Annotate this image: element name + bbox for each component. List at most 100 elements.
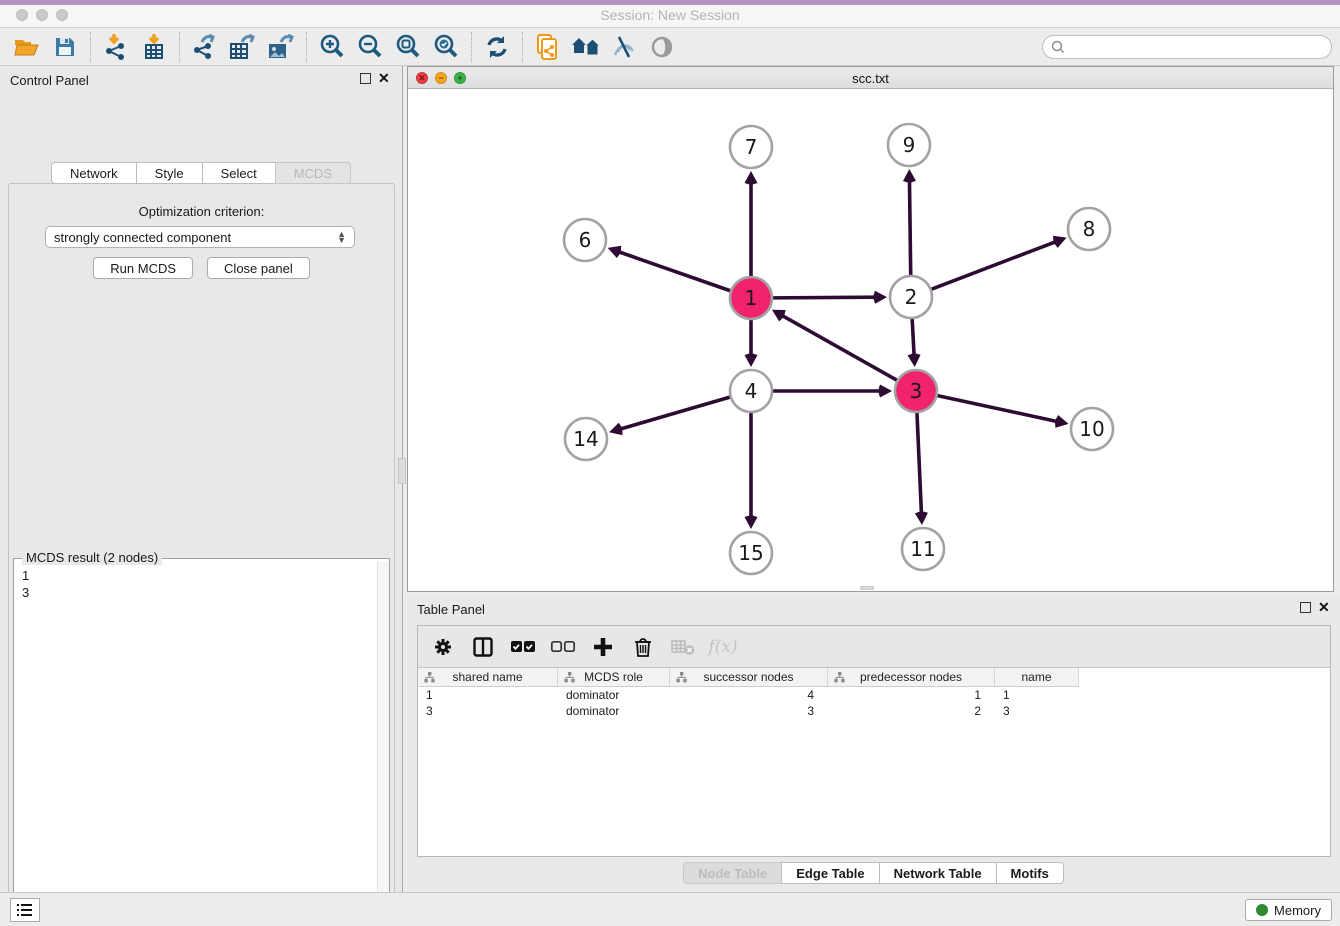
- edge-3-1[interactable]: [781, 315, 897, 381]
- cell-shared-name[interactable]: 3: [418, 703, 558, 719]
- tab-mcds[interactable]: MCDS: [275, 162, 351, 184]
- control-panel-header: Control Panel ✕: [0, 66, 402, 94]
- column-header-shared-name[interactable]: shared name: [418, 668, 558, 686]
- window-title: Session: New Session: [0, 7, 1340, 23]
- gear-icon[interactable]: [430, 634, 456, 660]
- table-panel: Table Panel ✕: [407, 595, 1340, 890]
- edge-3-10[interactable]: [938, 396, 1059, 422]
- open-file-icon[interactable]: [8, 30, 46, 64]
- network-resize-grip[interactable]: [860, 586, 874, 590]
- toolbar-separator: [306, 32, 307, 62]
- toolbar-separator: [522, 32, 523, 62]
- cell-successor-nodes[interactable]: 4: [670, 687, 828, 703]
- table-row[interactable]: 1 dominator 4 1 1: [418, 687, 1079, 703]
- split-panel-icon[interactable]: [470, 634, 496, 660]
- add-column-icon[interactable]: [590, 634, 616, 660]
- cell-predecessor-nodes[interactable]: 1: [828, 687, 995, 703]
- zoom-out-icon[interactable]: [351, 30, 389, 64]
- float-panel-icon[interactable]: [360, 73, 371, 84]
- search-field[interactable]: [1042, 35, 1332, 59]
- tab-select[interactable]: Select: [202, 162, 275, 184]
- task-history-button[interactable]: [10, 898, 40, 922]
- attribute-tree-icon: [564, 672, 575, 683]
- float-table-panel-icon[interactable]: [1300, 602, 1311, 613]
- cell-successor-nodes[interactable]: 3: [670, 703, 828, 719]
- arrowhead: [745, 171, 758, 185]
- zoom-fit-icon[interactable]: [389, 30, 427, 64]
- import-network-icon[interactable]: [97, 30, 135, 64]
- zoom-in-icon[interactable]: [313, 30, 351, 64]
- close-panel-icon[interactable]: ✕: [378, 70, 390, 87]
- mcds-result-text[interactable]: 1 3: [14, 563, 376, 926]
- panel-splitter-handle[interactable]: [398, 458, 406, 484]
- refresh-layout-icon[interactable]: [478, 30, 516, 64]
- criterion-dropdown[interactable]: strongly connected component ▲▼: [45, 226, 355, 248]
- result-scrollbar[interactable]: [377, 562, 389, 926]
- save-session-icon[interactable]: [46, 30, 84, 64]
- graph-node-label: 3: [910, 379, 923, 403]
- arrowhead: [745, 515, 758, 529]
- cell-predecessor-nodes[interactable]: 2: [828, 703, 995, 719]
- clone-network-icon[interactable]: [529, 30, 567, 64]
- column-header-name[interactable]: name: [995, 668, 1079, 686]
- close-table-panel-icon[interactable]: ✕: [1318, 599, 1330, 616]
- edge-2-9[interactable]: [909, 179, 910, 275]
- network-view-window: ✕ − + scc.txt 7968124314101511: [407, 66, 1334, 592]
- cell-name[interactable]: 1: [995, 687, 1079, 703]
- attribute-tree-icon: [834, 672, 845, 683]
- network-window-titlebar[interactable]: ✕ − + scc.txt: [408, 67, 1333, 89]
- node-table: shared name MCDS role successor nodes pr…: [418, 668, 1079, 719]
- delete-table-icon[interactable]: [670, 634, 696, 660]
- cell-mcds-role[interactable]: dominator: [558, 687, 670, 703]
- tab-network[interactable]: Network: [51, 162, 136, 184]
- table-panel-header: Table Panel ✕: [407, 595, 1340, 623]
- delete-icon[interactable]: [630, 634, 656, 660]
- optimization-criterion-label: Optimization criterion:: [9, 204, 394, 219]
- hide-details-icon[interactable]: [605, 30, 643, 64]
- tab-style[interactable]: Style: [136, 162, 202, 184]
- tab-edge-table[interactable]: Edge Table: [781, 862, 878, 884]
- cell-mcds-role[interactable]: dominator: [558, 703, 670, 719]
- control-panel: Control Panel ✕ Network Style Select MCD…: [0, 66, 403, 892]
- edge-1-2[interactable]: [773, 297, 877, 298]
- search-input[interactable]: [1065, 40, 1323, 54]
- column-header-successor-nodes[interactable]: successor nodes: [670, 668, 828, 686]
- tab-network-table[interactable]: Network Table: [879, 862, 996, 884]
- titlebar: Session: New Session: [0, 0, 1340, 28]
- edge-3-11[interactable]: [917, 413, 922, 515]
- main-toolbar: [0, 28, 1340, 66]
- application-window: Session: New Session: [0, 0, 1340, 926]
- export-network-icon[interactable]: [186, 30, 224, 64]
- tab-node-table[interactable]: Node Table: [683, 862, 781, 884]
- edge-2-3[interactable]: [912, 319, 914, 357]
- arrowhead: [915, 511, 928, 525]
- home-icon[interactable]: [567, 30, 605, 64]
- graph-node-label: 14: [573, 427, 598, 451]
- select-all-icon[interactable]: [510, 634, 536, 660]
- cell-shared-name[interactable]: 1: [418, 687, 558, 703]
- edge-1-6[interactable]: [617, 251, 730, 291]
- memory-button[interactable]: Memory: [1245, 899, 1332, 921]
- export-image-icon[interactable]: [262, 30, 300, 64]
- zoom-selected-icon[interactable]: [427, 30, 465, 64]
- titlebar-accent: [0, 0, 1340, 5]
- edge-2-8[interactable]: [932, 241, 1058, 289]
- function-builder-icon[interactable]: f(x): [710, 634, 736, 660]
- export-table-icon[interactable]: [224, 30, 262, 64]
- graph-node-label: 6: [579, 228, 592, 252]
- graph-node-label: 8: [1083, 217, 1096, 241]
- close-panel-button[interactable]: Close panel: [207, 257, 310, 279]
- column-header-predecessor-nodes[interactable]: predecessor nodes: [828, 668, 995, 686]
- run-mcds-button[interactable]: Run MCDS: [93, 257, 193, 279]
- table-row[interactable]: 3 dominator 3 2 3: [418, 703, 1079, 719]
- import-table-icon[interactable]: [135, 30, 173, 64]
- arrowhead: [772, 310, 786, 322]
- deselect-all-icon[interactable]: [550, 634, 576, 660]
- network-graph[interactable]: 7968124314101511: [408, 89, 1333, 591]
- cell-name[interactable]: 3: [995, 703, 1079, 719]
- column-header-mcds-role[interactable]: MCDS role: [558, 668, 670, 686]
- show-details-icon[interactable]: [643, 30, 681, 64]
- edge-4-14[interactable]: [619, 397, 730, 429]
- node-table-container: f(x) shared name MCDS role successor nod…: [417, 625, 1331, 857]
- tab-motifs[interactable]: Motifs: [996, 862, 1064, 884]
